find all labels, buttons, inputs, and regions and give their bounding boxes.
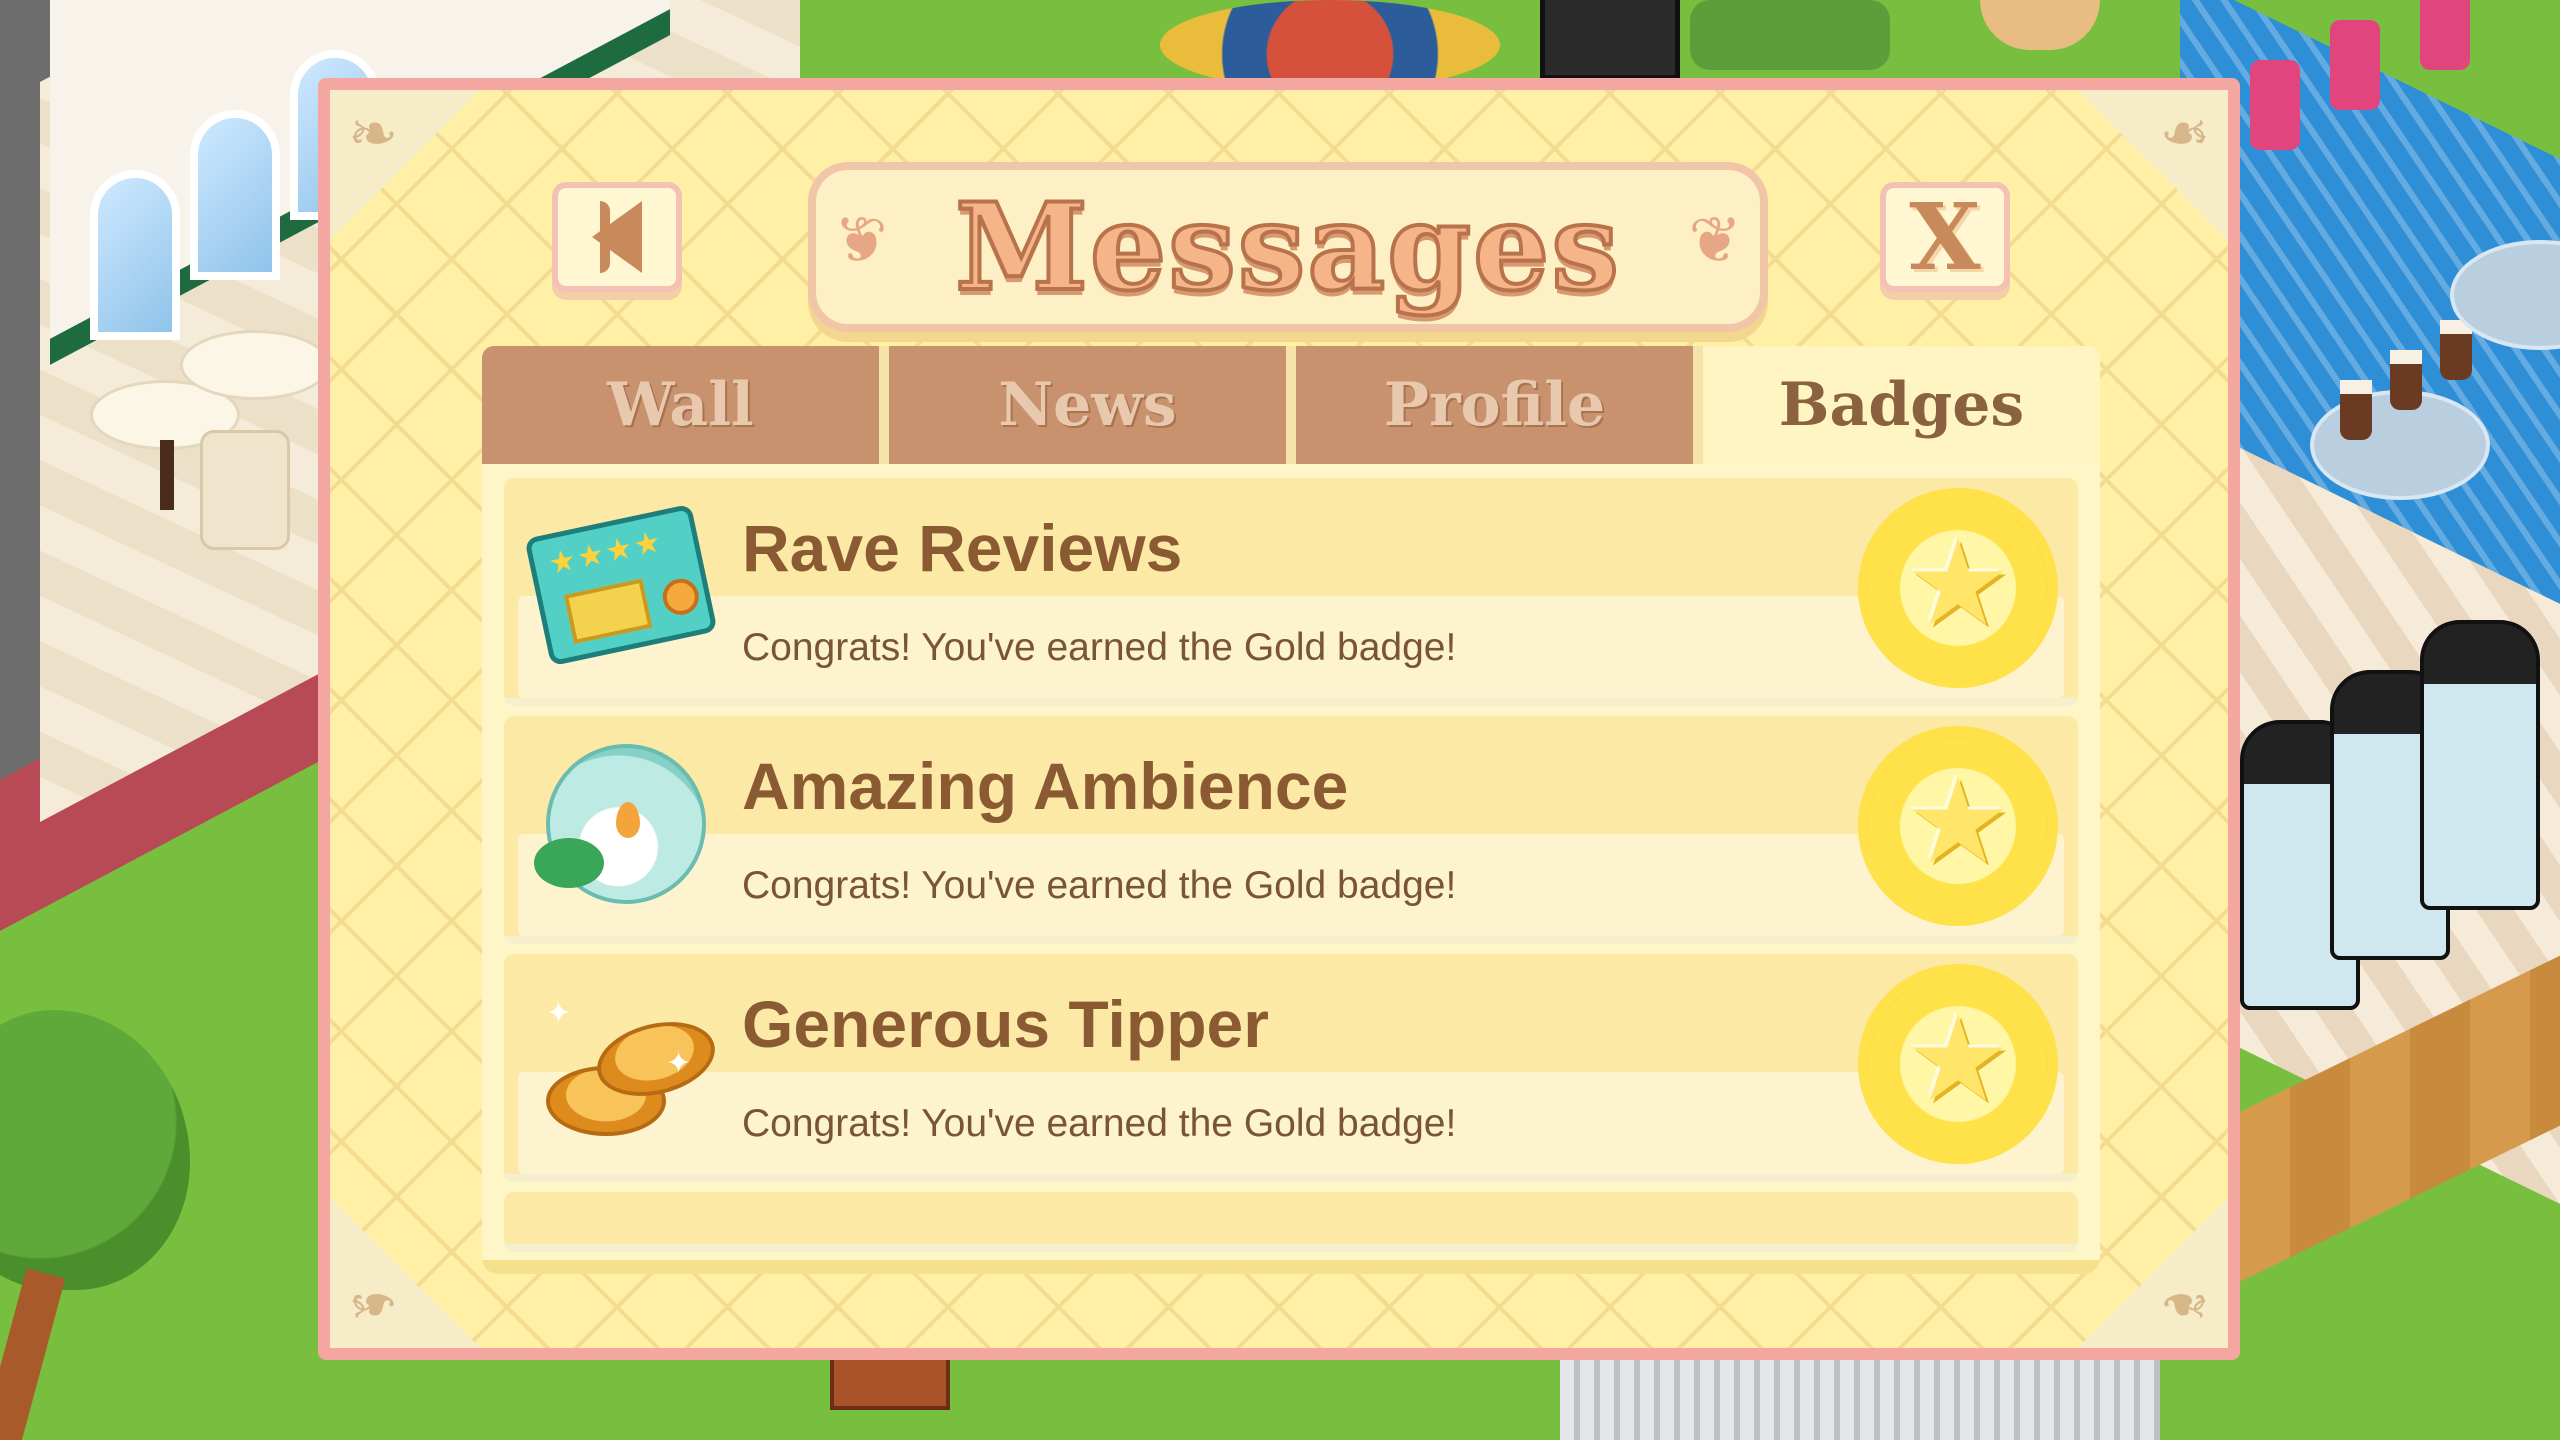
gold-star-badge-icon: ★ xyxy=(1868,974,2048,1154)
planter xyxy=(1690,0,1890,70)
back-button[interactable] xyxy=(552,182,682,292)
dessert-cup xyxy=(2390,350,2422,410)
badge-description: Congrats! You've earned the Gold badge! xyxy=(742,1102,1457,1145)
cafe-chair xyxy=(200,430,290,550)
dialog-title: Messages xyxy=(953,175,1621,320)
window xyxy=(190,110,280,280)
dialog-body: ❧ ❧ ❧ ❧ Messages X Wall News Profile Bad… xyxy=(330,90,2228,1348)
corner-ornament: ❧ xyxy=(2078,90,2228,240)
dessert-cup xyxy=(2440,320,2472,380)
tab-wall[interactable]: Wall xyxy=(482,346,889,464)
badge-title: Rave Reviews xyxy=(742,511,1183,585)
badge-title: Generous Tipper xyxy=(742,987,1269,1061)
pink-chair xyxy=(2250,60,2300,150)
close-icon: X xyxy=(1909,183,1981,291)
badge-description: Congrats! You've earned the Gold badge! xyxy=(742,864,1457,907)
close-button[interactable]: X xyxy=(1880,182,2010,292)
badge-list[interactable]: ★★★★ Rave Reviews Congrats! You've earne… xyxy=(482,464,2100,1274)
list-item-partial[interactable] xyxy=(504,1192,2078,1252)
tab-badges[interactable]: Badges xyxy=(1703,346,2100,464)
candle-bowl-icon xyxy=(526,738,716,908)
list-item[interactable]: Amazing Ambience Congrats! You've earned… xyxy=(504,716,2078,944)
tab-news[interactable]: News xyxy=(889,346,1296,464)
corner-ornament: ❧ xyxy=(330,90,480,240)
review-card-icon: ★★★★ xyxy=(524,500,718,670)
pink-chair xyxy=(2420,0,2470,70)
list-item[interactable]: ★★★★ Rave Reviews Congrats! You've earne… xyxy=(504,478,2078,706)
table-leg xyxy=(160,440,174,510)
pink-chair xyxy=(2330,20,2380,110)
corner-ornament: ❧ xyxy=(330,1198,480,1348)
back-arrow-icon xyxy=(592,201,642,273)
window xyxy=(90,170,180,340)
display-counter xyxy=(2420,620,2540,910)
dessert-cup xyxy=(2340,380,2372,440)
stained-glass-decor xyxy=(1160,0,1500,90)
corner-ornament: ❧ xyxy=(2078,1198,2228,1348)
gold-star-badge-icon: ★ xyxy=(1868,498,2048,678)
tab-profile[interactable]: Profile xyxy=(1296,346,1703,464)
title-banner: Messages xyxy=(808,162,1768,332)
coins-icon: ✦ ✦ xyxy=(526,976,723,1146)
badge-description: Congrats! You've earned the Gold badge! xyxy=(742,626,1457,669)
shelf xyxy=(1540,0,1680,80)
messages-dialog: ❧ ❧ ❧ ❧ Messages X Wall News Profile Bad… xyxy=(318,78,2240,1360)
list-item[interactable]: ✦ ✦ Generous Tipper Congrats! You've ear… xyxy=(504,954,2078,1182)
cafe-table xyxy=(180,330,330,400)
badge-title: Amazing Ambience xyxy=(742,749,1349,823)
gold-star-badge-icon: ★ xyxy=(1868,736,2048,916)
tab-bar: Wall News Profile Badges xyxy=(482,346,2100,464)
